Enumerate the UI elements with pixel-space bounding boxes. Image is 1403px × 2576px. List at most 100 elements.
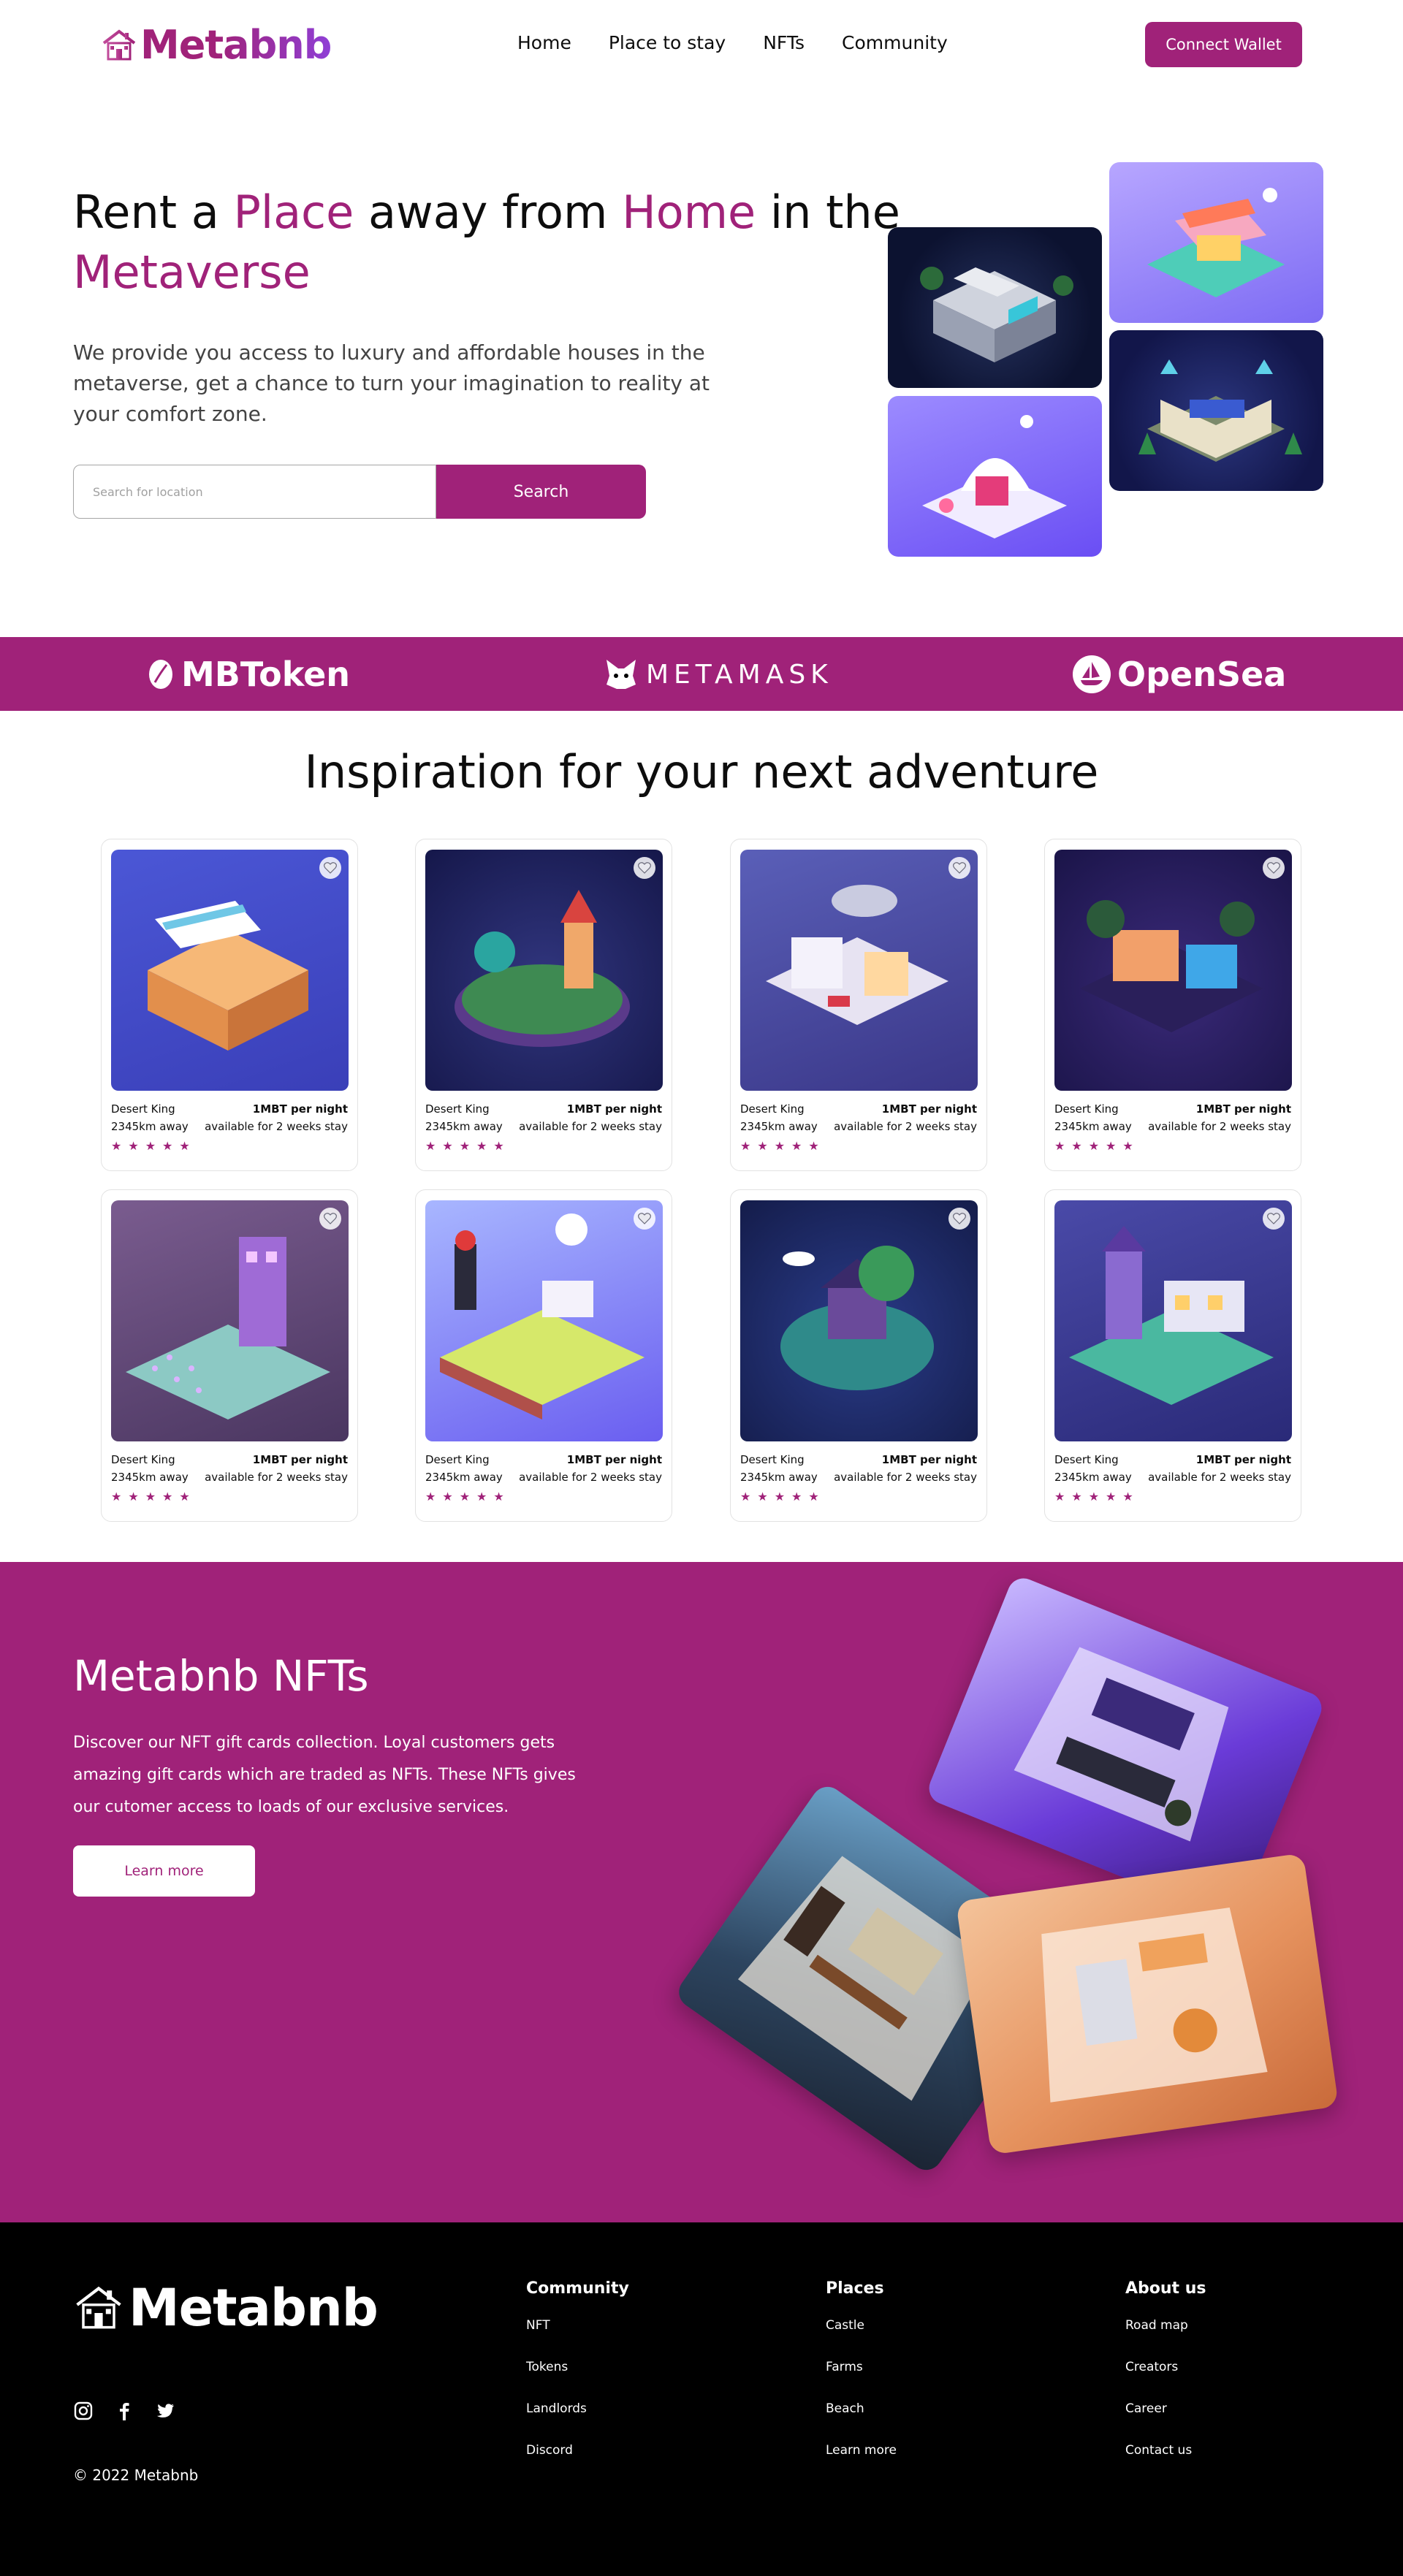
- listing-image: [425, 850, 663, 1091]
- listing-name: Desert King: [740, 1102, 805, 1116]
- listing-card[interactable]: Desert King 1MBT per night 2345km away avai…: [1044, 1189, 1301, 1522]
- heart-icon[interactable]: [319, 1208, 341, 1230]
- listing-price: 1MBT per night: [1195, 1453, 1291, 1466]
- hero-title: Rent a Place away from Home in the Metav…: [73, 183, 906, 302]
- footer-link[interactable]: Creators: [1125, 2360, 1206, 2401]
- location-search: Search: [73, 465, 646, 519]
- listing-name: Desert King: [111, 1102, 175, 1116]
- hero-title-accent: Home: [622, 186, 756, 239]
- partner-opensea[interactable]: OpenSea: [1072, 653, 1286, 696]
- listing-card[interactable]: Desert King 1MBT per night 2345km away avai…: [1044, 839, 1301, 1171]
- search-button[interactable]: Search: [436, 465, 646, 519]
- footer-link[interactable]: Career: [1125, 2401, 1206, 2443]
- listing-card[interactable]: Desert King 1MBT per night 2345km away avai…: [101, 1189, 358, 1522]
- connect-wallet-button[interactable]: Connect Wallet: [1145, 22, 1302, 67]
- listing-availability: available for 2 weeks stay: [205, 1471, 348, 1484]
- brand-logo[interactable]: Metabnb: [101, 22, 332, 68]
- site-footer: Metabnb © 2022 Metabnb Community NFT Tok…: [0, 2222, 1403, 2576]
- listing-name: Desert King: [1054, 1102, 1119, 1116]
- star-icon: ★: [459, 1139, 471, 1153]
- footer-link[interactable]: Farms: [826, 2360, 897, 2401]
- partner-name-opensea: OpenSea: [1117, 655, 1287, 694]
- listing-card[interactable]: Desert King 1MBT per night 2345km away avai…: [415, 1189, 672, 1522]
- star-icon: ★: [791, 1490, 802, 1504]
- listing-card[interactable]: Desert King 1MBT per night 2345km away avai…: [730, 1189, 987, 1522]
- star-icon: ★: [179, 1139, 190, 1153]
- partner-metamask[interactable]: METAMASK: [602, 653, 833, 696]
- listing-price: 1MBT per night: [1195, 1102, 1291, 1116]
- listing-price: 1MBT per night: [252, 1102, 348, 1116]
- footer-link[interactable]: Castle: [826, 2318, 897, 2360]
- hero-title-part: away from: [354, 186, 623, 239]
- star-icon: ★: [179, 1490, 190, 1504]
- listing-price: 1MBT per night: [252, 1453, 348, 1466]
- star-icon: ★: [442, 1490, 453, 1504]
- star-icon: ★: [740, 1490, 751, 1504]
- star-icon: ★: [1071, 1139, 1082, 1153]
- listing-availability: available for 2 weeks stay: [1148, 1120, 1291, 1133]
- footer-link[interactable]: Road map: [1125, 2318, 1206, 2360]
- footer-link[interactable]: Beach: [826, 2401, 897, 2443]
- listing-card[interactable]: Desert King 1MBT per night 2345km away avai…: [415, 839, 672, 1171]
- footer-brand-logo[interactable]: Metabnb: [73, 2278, 379, 2338]
- heart-icon[interactable]: [634, 1208, 655, 1230]
- nft-description: Discover our NFT gift cards collection. …: [73, 1734, 576, 1816]
- star-icon: ★: [1122, 1139, 1133, 1153]
- footer-link[interactable]: Landlords: [526, 2401, 629, 2443]
- star-icon: ★: [476, 1139, 487, 1153]
- footer-column-places: Places Castle Farms Beach Learn more: [826, 2279, 897, 2485]
- listing-card[interactable]: Desert King 1MBT per night 2345km away avai…: [101, 839, 358, 1171]
- facebook-icon[interactable]: [114, 2401, 134, 2421]
- listing-image: [1054, 1200, 1292, 1441]
- star-icon: ★: [111, 1139, 122, 1153]
- rating-stars: ★ ★ ★ ★ ★: [111, 1490, 190, 1504]
- footer-link[interactable]: Tokens: [526, 2360, 629, 2401]
- heart-icon[interactable]: [948, 857, 970, 879]
- heart-icon[interactable]: [634, 857, 655, 879]
- footer-link[interactable]: Learn more: [826, 2443, 897, 2485]
- listing-price: 1MBT per night: [881, 1453, 977, 1466]
- nav-link-nfts[interactable]: NFTs: [763, 32, 805, 53]
- heart-icon[interactable]: [948, 1208, 970, 1230]
- partner-mbtoken[interactable]: MBToken: [146, 653, 350, 696]
- instagram-icon[interactable]: [73, 2401, 94, 2421]
- nav-link-home[interactable]: Home: [517, 32, 571, 53]
- inspiration-title: Inspiration for your next adventure: [304, 745, 1099, 799]
- listing-image: [740, 1200, 978, 1441]
- listing-availability: available for 2 weeks stay: [205, 1120, 348, 1133]
- rating-stars: ★ ★ ★ ★ ★: [425, 1490, 504, 1504]
- star-icon: ★: [1054, 1139, 1065, 1153]
- listing-name: Desert King: [740, 1453, 805, 1466]
- listing-image: [740, 850, 978, 1091]
- listing-distance: 2345km away: [740, 1471, 818, 1484]
- listing-availability: available for 2 weeks stay: [834, 1120, 977, 1133]
- footer-link[interactable]: NFT: [526, 2318, 629, 2360]
- listing-card[interactable]: Desert King 1MBT per night 2345km away avai…: [730, 839, 987, 1171]
- footer-column-about-us: About us Road map Creators Career Contac…: [1125, 2279, 1206, 2485]
- footer-link[interactable]: Contact us: [1125, 2443, 1206, 2485]
- house-logo-icon: [102, 28, 136, 60]
- star-icon: ★: [808, 1490, 819, 1504]
- star-icon: ★: [111, 1490, 122, 1504]
- footer-column-title: Places: [826, 2279, 884, 2298]
- learn-more-button[interactable]: Learn more: [73, 1845, 255, 1897]
- twitter-icon[interactable]: [155, 2401, 175, 2421]
- star-icon: ★: [1122, 1490, 1133, 1504]
- heart-icon[interactable]: [319, 857, 341, 879]
- heart-icon[interactable]: [1263, 1208, 1285, 1230]
- listing-image: [111, 1200, 349, 1441]
- rating-stars: ★ ★ ★ ★ ★: [111, 1139, 190, 1153]
- star-icon: ★: [145, 1139, 156, 1153]
- location-search-input[interactable]: [73, 465, 436, 519]
- metamask-fox-icon: [607, 660, 636, 689]
- heart-icon[interactable]: [1263, 857, 1285, 879]
- nav-link-place-to-stay[interactable]: Place to stay: [609, 32, 726, 53]
- star-icon: ★: [476, 1490, 487, 1504]
- footer-link[interactable]: Discord: [526, 2443, 629, 2485]
- house-logo-icon: [76, 2286, 121, 2329]
- star-icon: ★: [1088, 1139, 1100, 1153]
- listing-distance: 2345km away: [111, 1120, 189, 1133]
- nav-link-community[interactable]: Community: [842, 32, 948, 53]
- copyright-text: © 2022 Metabnb: [73, 2466, 199, 2484]
- hero-title-accent: Metaverse: [73, 245, 311, 299]
